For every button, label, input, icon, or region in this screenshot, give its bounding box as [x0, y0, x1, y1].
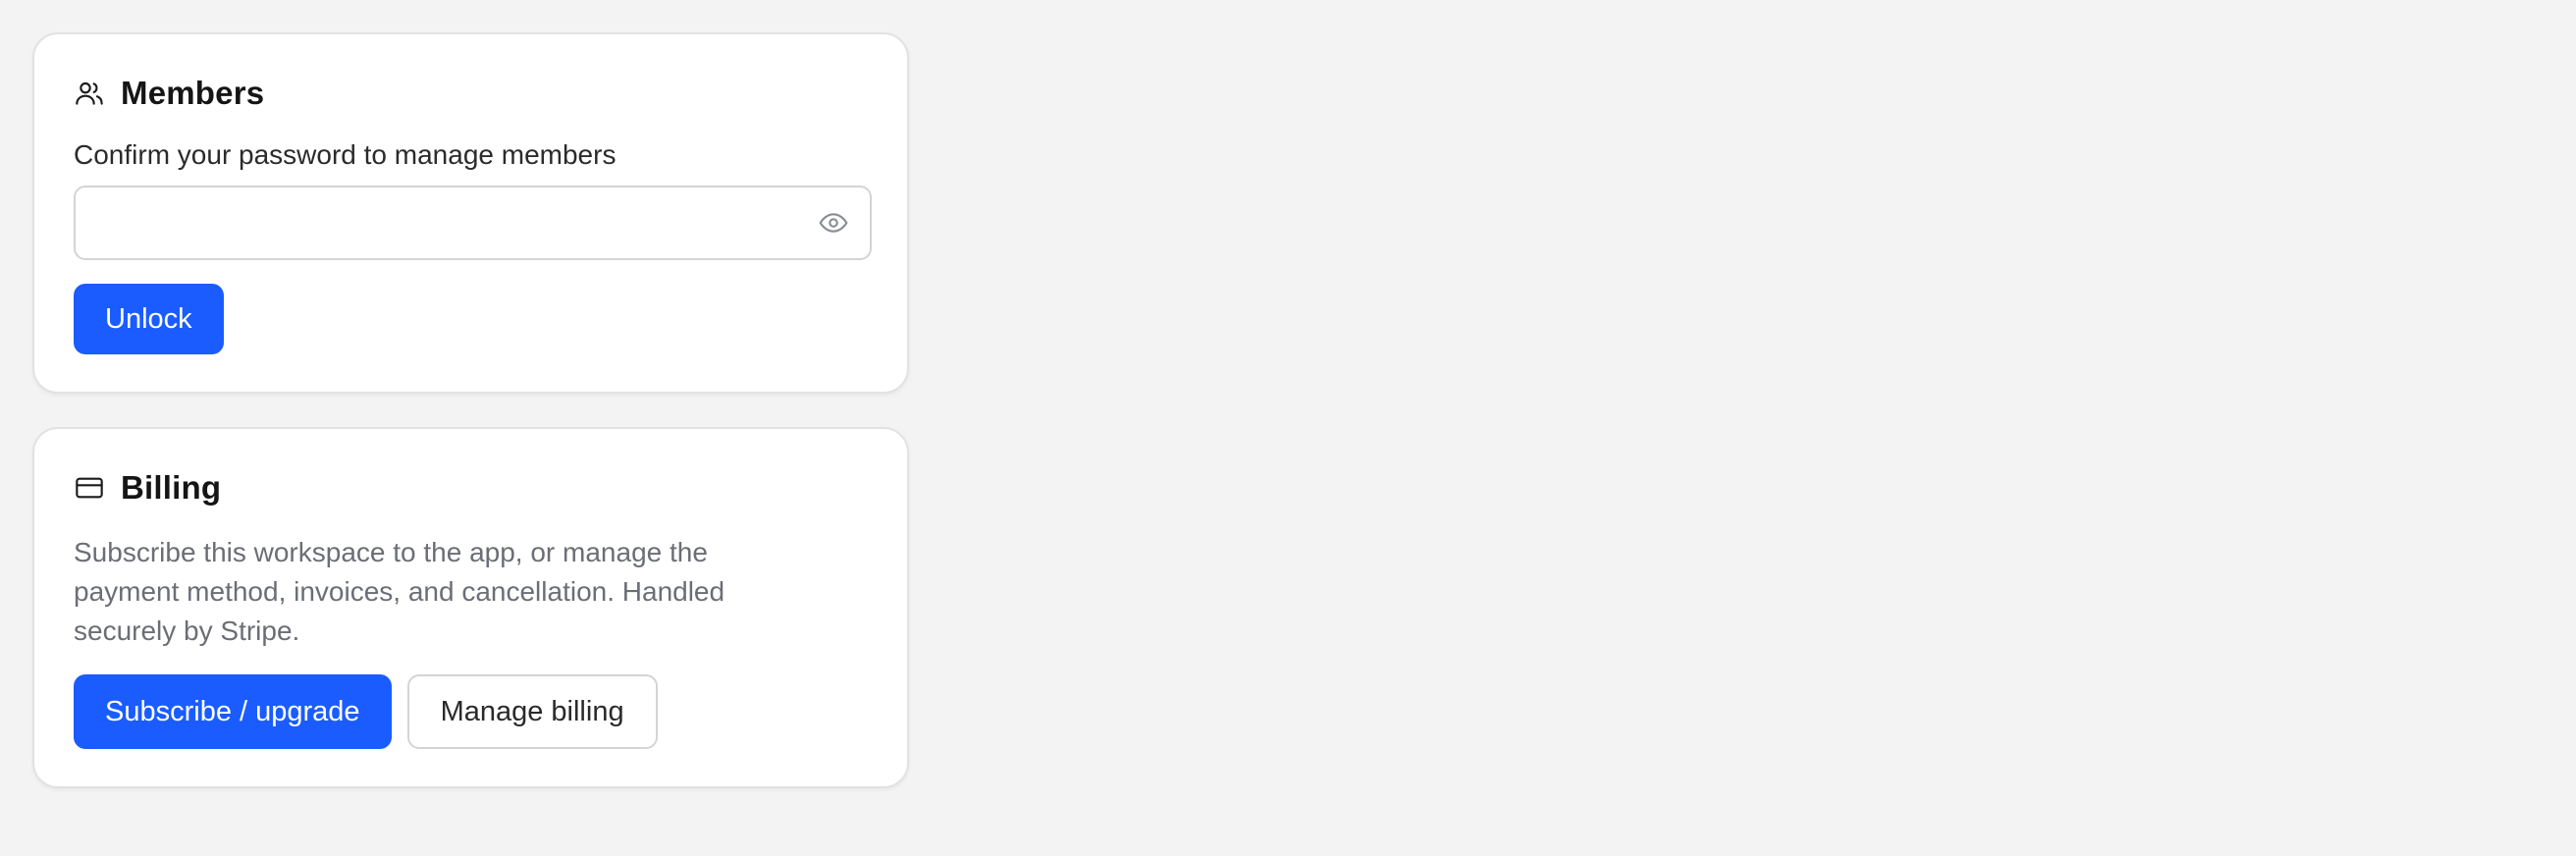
billing-description: Subscribe this workspace to the app, or …	[74, 537, 725, 646]
members-header: Members	[74, 74, 868, 113]
members-card: Members Confirm your password to manage …	[32, 32, 909, 394]
billing-title: Billing	[121, 469, 222, 506]
settings-column: Members Confirm your password to manage …	[32, 32, 909, 788]
password-label: Confirm your password to manage members	[74, 139, 617, 170]
password-input[interactable]	[76, 187, 870, 258]
billing-header: Billing	[74, 468, 868, 508]
billing-card: Billing Subscribe this workspace to the …	[32, 427, 909, 788]
credit-card-icon	[74, 472, 105, 504]
members-title: Members	[121, 75, 265, 111]
users-icon	[74, 78, 105, 109]
show-password-toggle[interactable]	[817, 206, 850, 240]
eye-icon	[819, 213, 848, 233]
unlock-button[interactable]: Unlock	[74, 284, 224, 354]
password-field	[74, 186, 872, 260]
manage-billing-button[interactable]: Manage billing	[406, 674, 658, 749]
billing-actions: Subscribe / upgrade Manage billing	[74, 674, 868, 749]
subscribe-upgrade-button[interactable]: Subscribe / upgrade	[74, 674, 392, 749]
